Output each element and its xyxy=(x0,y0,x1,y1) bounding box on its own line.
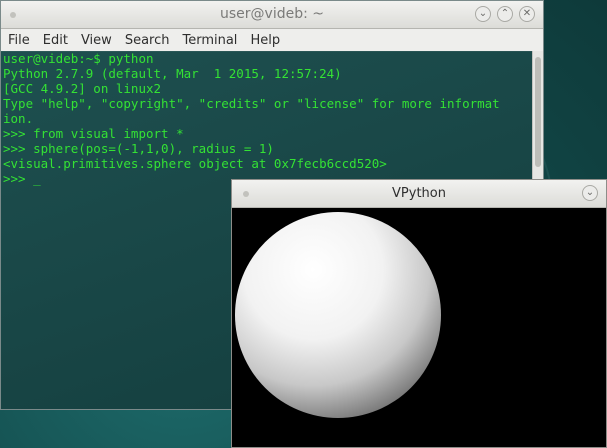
terminal-line: <visual.primitives.sphere object at 0x7f… xyxy=(3,156,387,171)
vpython-window[interactable]: VPython ⌄ xyxy=(231,179,607,448)
terminal-line: Python 2.7.9 (default, Mar 1 2015, 12:57… xyxy=(3,66,342,81)
vpython-titlebar[interactable]: VPython ⌄ xyxy=(232,180,606,208)
scene-svg xyxy=(235,212,441,418)
terminal-menubar: File Edit View Search Terminal Help xyxy=(1,29,543,52)
menu-edit[interactable]: Edit xyxy=(43,33,68,48)
window-menu-button[interactable]: ⌄ xyxy=(582,185,598,201)
menu-search[interactable]: Search xyxy=(125,33,170,48)
terminal-title: user@videb: ~ xyxy=(220,6,324,22)
text-cursor: _ xyxy=(33,171,41,186)
maximize-button[interactable]: ⌃ xyxy=(497,6,513,22)
terminal-titlebar[interactable]: user@videb: ~ ⌄ ⌃ ✕ xyxy=(1,1,543,29)
menu-view[interactable]: View xyxy=(81,33,112,48)
terminal-line: >>> sphere(pos=(-1,1,0), radius = 1) xyxy=(3,141,274,156)
menu-help[interactable]: Help xyxy=(250,33,280,48)
scrollbar-thumb[interactable] xyxy=(535,57,541,167)
vpython-canvas[interactable] xyxy=(232,208,606,447)
sphere xyxy=(235,212,441,418)
terminal-line: >>> from visual import * xyxy=(3,126,184,141)
menu-file[interactable]: File xyxy=(8,33,30,48)
terminal-line: Type "help", "copyright", "credits" or "… xyxy=(3,96,500,111)
vpython-title: VPython xyxy=(392,186,446,201)
close-button[interactable]: ✕ xyxy=(519,6,535,22)
terminal-line: [GCC 4.9.2] on linux2 xyxy=(3,81,162,96)
terminal-line: ion. xyxy=(3,111,34,126)
minimize-button[interactable]: ⌄ xyxy=(475,6,491,22)
prompt: >>> xyxy=(3,171,34,186)
menu-terminal[interactable]: Terminal xyxy=(182,33,237,48)
terminal-line: user@videb:~$ python xyxy=(3,51,154,66)
